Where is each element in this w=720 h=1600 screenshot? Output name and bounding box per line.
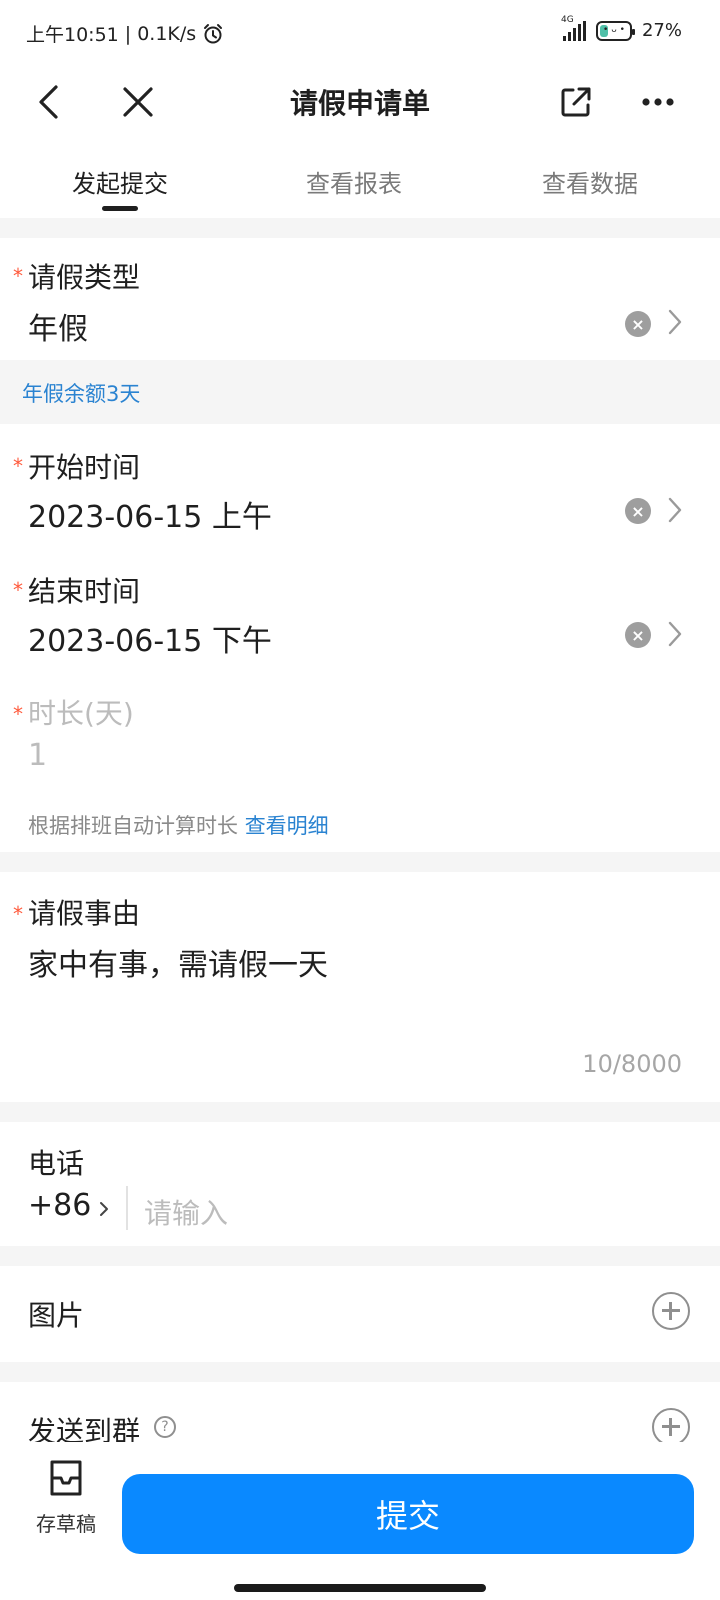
signal-icon: 4G [561,15,586,41]
required-mark: * [13,454,23,478]
reason-value[interactable]: 家中有事，需请假一天 [28,940,328,984]
save-draft-button[interactable]: 存草稿 [30,1458,102,1537]
share-icon[interactable] [552,78,600,126]
chevron-right-icon[interactable] [667,496,683,524]
status-bar: 上午10:51 | 0.1K/s 4G • ᴗ • 27% [0,0,720,64]
phone-field: 电话 +86 请输入 [0,1122,720,1246]
clear-icon[interactable]: × [625,622,651,648]
page-title: 请假申请单 [289,87,430,120]
phone-label: 电话 [28,1147,85,1180]
send-to-group-field: 发送到群 ? [0,1382,720,1442]
duration-value: 1 [28,738,48,773]
images-label: 图片 [28,1299,85,1332]
tab-data[interactable]: 查看数据 [510,164,670,199]
more-icon[interactable] [634,78,682,126]
required-mark: * [13,264,23,288]
leave-type-field[interactable]: * 请假类型 年假 × [0,238,720,360]
reason-label: 请假事由 [28,897,141,930]
help-icon[interactable]: ? [154,1416,176,1438]
tab-report[interactable]: 查看报表 [274,164,434,199]
submit-button[interactable]: 提交 [122,1474,694,1554]
save-draft-label: 存草稿 [36,1512,96,1536]
required-mark: * [13,702,23,726]
tab-bar: 发起提交 查看报表 查看数据 [0,140,720,218]
reason-field[interactable]: * 请假事由 家中有事，需请假一天 10/8000 [0,872,720,1102]
phone-input[interactable]: 请输入 [144,1192,228,1232]
char-counter: 10/8000 [582,1050,682,1078]
alarm-icon [202,23,224,45]
duration-label: 时长(天) [28,697,134,730]
divider [126,1186,128,1230]
home-indicator[interactable] [234,1584,486,1592]
end-time-label: 结束时间 [28,575,141,608]
time-card: * 开始时间 2023-06-15 上午 × * 结束时间 2023-06-15… [0,424,720,852]
network-type: 4G [560,14,574,25]
status-speed: | 0.1K/s [124,22,197,45]
status-right: 4G • ᴗ • 27% [561,15,682,42]
view-details-link[interactable]: 查看明细 [245,814,329,838]
duration-hint: 根据排班自动计算时长 查看明细 [28,814,329,838]
country-code[interactable]: +86 [28,1188,91,1223]
leave-type-label: 请假类型 [28,261,141,294]
add-image-icon[interactable] [652,1292,690,1330]
clear-icon[interactable]: × [625,311,651,337]
send-to-group-label: 发送到群 [28,1415,141,1442]
bottom-bar: 存草稿 提交 [0,1442,720,1600]
leave-balance-note: 年假余额3天 [22,382,141,406]
required-mark: * [13,578,23,602]
battery-percent: 27% [641,20,682,41]
status-time: 上午10:51 [26,24,119,46]
tab-indicator [102,206,138,211]
leave-type-value[interactable]: 年假 [28,304,88,348]
chevron-right-icon[interactable] [667,620,683,648]
required-mark: * [13,902,23,926]
end-time-value[interactable]: 2023-06-15 下午 [28,616,272,660]
chevron-right-icon[interactable] [98,1200,110,1218]
images-field: 图片 [0,1266,720,1362]
inbox-icon [50,1460,82,1496]
battery-icon: • ᴗ • [595,20,635,41]
tab-submit[interactable]: 发起提交 [40,164,200,199]
start-time-label: 开始时间 [28,451,141,484]
nav-bar: 请假申请单 [0,64,720,140]
start-time-value[interactable]: 2023-06-15 上午 [28,492,272,536]
chevron-right-icon[interactable] [667,308,683,336]
clear-icon[interactable]: × [625,498,651,524]
status-left: 上午10:51 | 0.1K/s [26,20,224,47]
add-group-icon[interactable] [652,1408,690,1442]
